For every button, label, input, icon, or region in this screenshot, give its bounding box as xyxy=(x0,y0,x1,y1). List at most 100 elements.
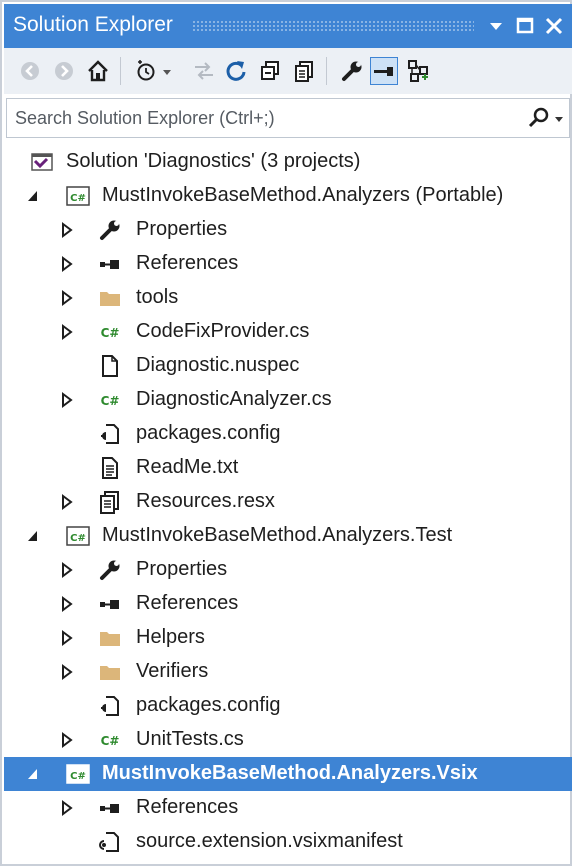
tree-item-label: References xyxy=(136,592,239,614)
search-icon[interactable] xyxy=(527,106,551,130)
config-file-icon xyxy=(98,694,122,718)
collapsed-arrow-icon[interactable] xyxy=(60,222,74,238)
tree-item-label: CodeFixProvider.cs xyxy=(136,320,310,342)
collapsed-arrow-icon[interactable] xyxy=(60,494,74,510)
tree-item-label: packages.config xyxy=(136,422,281,444)
tree-item-label: MustInvokeBaseMethod.Analyzers.Vsix xyxy=(102,762,478,784)
tree-item-label: Resources.resx xyxy=(136,490,275,512)
tree-item-project[interactable]: C# MustInvokeBaseMethod.Analyzers.Test xyxy=(4,519,572,553)
expanded-arrow-icon[interactable] xyxy=(26,188,40,204)
tree-item-references[interactable]: References xyxy=(4,247,572,281)
manifest-file-icon xyxy=(98,830,122,854)
collapsed-arrow-icon[interactable] xyxy=(60,290,74,306)
expanded-arrow-icon[interactable] xyxy=(26,528,40,544)
tree-item-folder[interactable]: Helpers xyxy=(4,621,572,655)
toolbar xyxy=(4,48,572,94)
collapsed-arrow-icon[interactable] xyxy=(60,256,74,272)
tree-item-references[interactable]: References xyxy=(4,791,572,825)
collapsed-arrow-icon[interactable] xyxy=(60,800,74,816)
pending-changes-filter-icon[interactable] xyxy=(134,57,174,85)
refresh-icon[interactable] xyxy=(222,57,250,85)
tree-item-project[interactable]: C# MustInvokeBaseMethod.Analyzers (Porta… xyxy=(4,179,572,213)
toolbar-separator xyxy=(326,57,327,85)
folder-icon xyxy=(98,660,122,684)
collapse-all-icon[interactable] xyxy=(256,57,284,85)
references-icon xyxy=(98,252,122,276)
tree-item-file[interactable]: source.extension.vsixmanifest xyxy=(4,825,572,859)
tree-item-label: source.extension.vsixmanifest xyxy=(136,830,403,852)
csharp-file-icon: C# xyxy=(98,728,122,752)
solution-icon xyxy=(30,150,54,174)
collapsed-arrow-icon[interactable] xyxy=(60,324,74,340)
search-input[interactable]: Search Solution Explorer (Ctrl+;) xyxy=(15,108,275,129)
svg-text:C#: C# xyxy=(70,771,86,782)
tree-item-folder[interactable]: tools xyxy=(4,281,572,315)
tree-item-label: Solution 'Diagnostics' (3 projects) xyxy=(66,150,361,172)
window-position-dropdown-icon[interactable] xyxy=(483,13,509,39)
title-bar[interactable]: Solution Explorer xyxy=(4,4,572,48)
tree-item-label: DiagnosticAnalyzer.cs xyxy=(136,388,332,410)
tree-item-file[interactable]: ReadMe.txt xyxy=(4,451,572,485)
tree-item-label: Properties xyxy=(136,218,228,240)
tree-item-file[interactable]: packages.config xyxy=(4,689,572,723)
tree-item-label: MustInvokeBaseMethod.Analyzers (Portable… xyxy=(102,184,504,206)
tree-item-label: Diagnostic.nuspec xyxy=(136,354,300,376)
resource-file-icon xyxy=(98,490,122,514)
tree-item-project-selected[interactable]: C# MustInvokeBaseMethod.Analyzers.Vsix xyxy=(4,757,572,791)
back-icon[interactable] xyxy=(16,57,44,85)
csharp-project-icon: C# xyxy=(66,762,90,786)
text-file-icon xyxy=(98,456,122,480)
tree-item-label: packages.config xyxy=(136,694,281,716)
collapsed-arrow-icon[interactable] xyxy=(60,562,74,578)
show-all-files-icon[interactable] xyxy=(290,57,318,85)
search-box[interactable]: Search Solution Explorer (Ctrl+;) xyxy=(6,98,570,138)
svg-text:C#: C# xyxy=(101,326,120,340)
folder-icon xyxy=(98,286,122,310)
document-icon xyxy=(98,354,122,378)
tree-item-file[interactable]: C# DiagnosticAnalyzer.cs xyxy=(4,383,572,417)
tree-item-file[interactable]: C# UnitTests.cs xyxy=(4,723,572,757)
preview-selected-items-icon[interactable] xyxy=(370,57,398,85)
tree-item-label: Properties xyxy=(136,558,228,580)
window-title: Solution Explorer xyxy=(13,13,173,36)
title-bar-grip xyxy=(192,20,474,31)
tree-item-solution[interactable]: Solution 'Diagnostics' (3 projects) xyxy=(4,145,572,179)
folder-icon xyxy=(98,626,122,650)
wrench-icon xyxy=(98,558,122,582)
close-icon[interactable] xyxy=(541,13,567,39)
collapsed-arrow-icon[interactable] xyxy=(60,392,74,408)
home-icon[interactable] xyxy=(84,57,112,85)
svg-text:C#: C# xyxy=(70,533,86,544)
tree-item-properties[interactable]: Properties xyxy=(4,553,572,587)
tree-item-file[interactable]: C# CodeFixProvider.cs xyxy=(4,315,572,349)
tree-item-file[interactable]: Diagnostic.nuspec xyxy=(4,349,572,383)
collapsed-arrow-icon[interactable] xyxy=(60,664,74,680)
expanded-arrow-icon[interactable] xyxy=(26,766,40,782)
tree-item-label: Helpers xyxy=(136,626,205,648)
forward-icon[interactable] xyxy=(50,57,78,85)
tree-item-properties[interactable]: Properties xyxy=(4,213,572,247)
search-options-chevron-down-icon[interactable] xyxy=(553,107,567,129)
svg-text:C#: C# xyxy=(70,193,86,204)
svg-text:C#: C# xyxy=(101,734,120,748)
csharp-project-icon: C# xyxy=(66,184,90,208)
tree-item-folder[interactable]: Verifiers xyxy=(4,655,572,689)
csharp-file-icon: C# xyxy=(98,388,122,412)
solution-explorer-window: Solution Explorer Search Solution Explor… xyxy=(0,0,572,866)
csharp-file-icon: C# xyxy=(98,320,122,344)
tree-item-references[interactable]: References xyxy=(4,587,572,621)
maximize-icon[interactable] xyxy=(512,13,538,39)
tree-item-file[interactable]: Resources.resx xyxy=(4,485,572,519)
tree-item-file[interactable]: packages.config xyxy=(4,417,572,451)
tree-item-label: UnitTests.cs xyxy=(136,728,244,750)
properties-wrench-icon[interactable] xyxy=(338,57,366,85)
sync-with-active-document-icon[interactable] xyxy=(190,57,218,85)
collapsed-arrow-icon[interactable] xyxy=(60,596,74,612)
collapsed-arrow-icon[interactable] xyxy=(60,630,74,646)
collapsed-arrow-icon[interactable] xyxy=(60,732,74,748)
tree-item-label: MustInvokeBaseMethod.Analyzers.Test xyxy=(102,524,453,546)
class-view-icon[interactable] xyxy=(404,57,432,85)
tree-item-label: References xyxy=(136,796,239,818)
tree-item-label: tools xyxy=(136,286,179,308)
references-icon xyxy=(98,592,122,616)
